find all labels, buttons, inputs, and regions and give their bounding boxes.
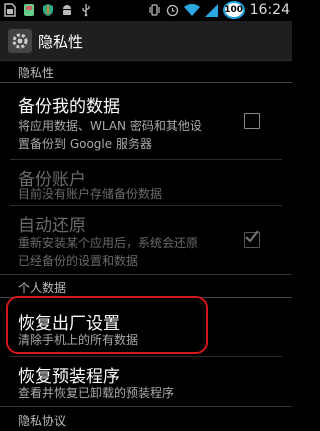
backup-data-item[interactable]: 备份我的数据 将应用数据、WLAN 密码和其他设 置备份到 Google 服务器 [0,83,292,159]
usb-icon [82,4,90,17]
backup-data-checkbox[interactable] [244,113,260,129]
checkmark-icon [245,230,259,243]
vibrate-icon [149,4,160,16]
item-title: 备份我的数据 [18,97,120,117]
sim-card-icon [4,3,16,17]
shield-icon [43,4,53,16]
auto-restore-item[interactable]: 自动还原 重新安装某个应用后，系统会还原 已经备份的设置和数据 [0,206,292,273]
item-summary: 目前没有账户存储备份数据 [18,187,163,201]
clock: 16:24 [249,2,290,18]
action-bar: 隐私性 [0,21,292,61]
status-bar: 100 16:24 [0,0,292,21]
item-title: 自动还原 [18,216,86,236]
item-summary: 重新安装某个应用后，系统会还原 [18,236,199,250]
android-icon [63,5,71,15]
section-header-personal-data: 个人数据 [0,274,292,298]
section-header-privacy-policy: 隐私协议 [0,406,292,431]
app-notification-icon [24,4,34,16]
settings-icon[interactable] [8,29,32,53]
item-summary: 将应用数据、WLAN 密码和其他设 [18,119,202,133]
section-label: 隐私协议 [18,414,67,428]
section-header-privacy: 隐私性 [0,61,292,83]
signal-icon [204,3,218,17]
page-title: 隐私性 [38,33,84,51]
backup-account-item[interactable]: 备份账户 目前没有账户存储备份数据 [0,160,292,205]
highlight-annotation [6,296,208,354]
section-label: 个人数据 [18,281,67,295]
section-label: 隐私性 [18,66,55,80]
battery-icon: 100 [222,1,245,19]
auto-restore-checkbox[interactable] [244,230,260,248]
alarm-icon [166,4,178,17]
restore-preinstalled-item[interactable]: 恢复预装程序 查看并恢复已卸载的预装程序 [0,357,292,405]
item-summary: 已经备份的设置和数据 [18,254,139,268]
item-summary: 查看并恢复已卸载的预装程序 [18,386,175,400]
wifi-icon [183,3,200,16]
item-summary: 置备份到 Google 服务器 [18,137,152,151]
